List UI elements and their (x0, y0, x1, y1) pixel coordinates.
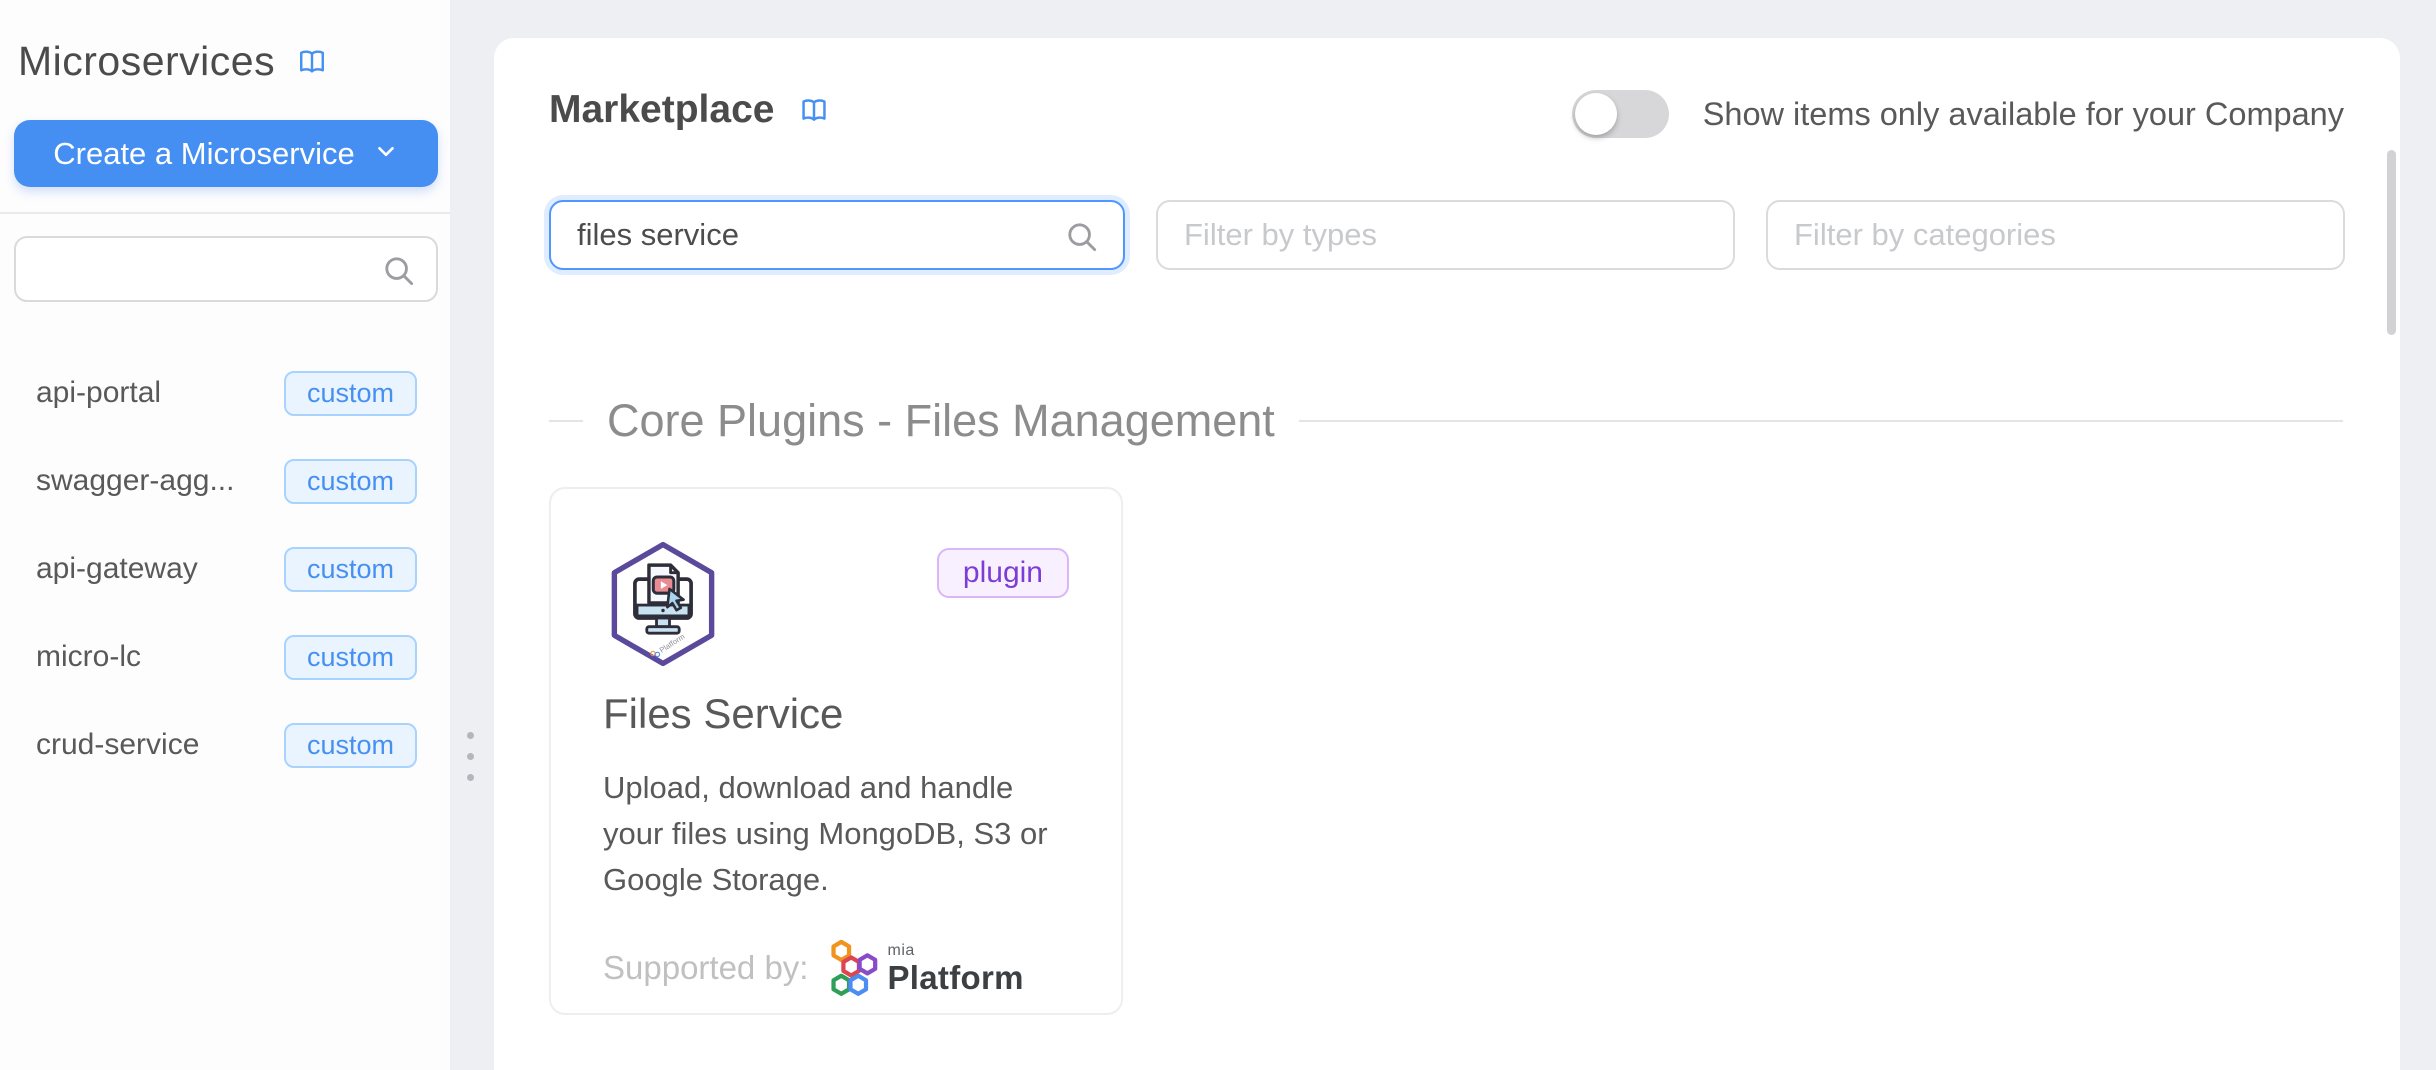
section-divider-left (549, 420, 583, 422)
page-title: Marketplace (549, 88, 774, 132)
marketplace-panel: Marketplace Show items only available fo… (494, 38, 2400, 1070)
sidebar-item-swagger-aggregator[interactable]: swagger-agg... custom (0, 437, 450, 525)
drag-handle-icon (467, 774, 474, 781)
search-icon (1063, 218, 1101, 261)
filter-by-categories-input[interactable] (1768, 202, 2343, 268)
drag-handle-icon (467, 732, 474, 739)
chevron-down-icon (373, 136, 399, 172)
mia-platform-wordmark: mia Platform (887, 943, 1023, 994)
vertical-scrollbar-thumb[interactable] (2387, 150, 2396, 335)
marketplace-filter-row (549, 200, 2345, 270)
search-icon (380, 252, 418, 295)
marketplace-header: Marketplace (549, 88, 832, 132)
plugin-type-badge: plugin (937, 548, 1069, 598)
custom-badge: custom (284, 459, 417, 504)
section-divider-right (1299, 420, 2343, 422)
custom-badge: custom (284, 635, 417, 680)
create-microservice-button[interactable]: Create a Microservice (14, 120, 438, 187)
docs-book-icon[interactable] (293, 45, 331, 79)
custom-badge: custom (284, 547, 417, 592)
toggle-knob (1575, 93, 1617, 135)
marketplace-search-input[interactable] (551, 202, 1123, 268)
microservice-name: api-portal (36, 376, 161, 410)
sidebar-item-micro-lc[interactable]: micro-lc custom (0, 613, 450, 701)
custom-badge: custom (284, 723, 417, 768)
files-service-hexagon-icon: Platform (603, 537, 723, 676)
create-microservice-label: Create a Microservice (53, 136, 354, 172)
company-filter-toggle-row: Show items only available for your Compa… (1572, 90, 2344, 138)
filter-by-types-box (1156, 200, 1735, 270)
microservice-name: crud-service (36, 728, 199, 762)
section-title: Core Plugins - Files Management (607, 395, 1275, 447)
sidebar-resize-handle[interactable] (464, 732, 476, 795)
section-header: Core Plugins - Files Management (549, 390, 2343, 452)
filter-by-types-input[interactable] (1158, 202, 1733, 268)
custom-badge: custom (284, 371, 417, 416)
microservice-name: api-gateway (36, 552, 198, 586)
microservice-name: swagger-agg... (36, 464, 234, 498)
sidebar-item-api-gateway[interactable]: api-gateway custom (0, 525, 450, 613)
sidebar-title: Microservices (18, 38, 331, 85)
card-top-row: Platform plugin (603, 537, 1069, 676)
microservices-list: api-portal custom swagger-agg... custom … (0, 349, 450, 789)
filter-by-categories-box (1766, 200, 2345, 270)
microservices-sidebar: Microservices Create a Microservice api-… (0, 0, 450, 1070)
supported-by-label: Supported by: (603, 949, 808, 987)
toggle-label: Show items only available for your Compa… (1703, 96, 2344, 133)
sidebar-item-crud-service[interactable]: crud-service custom (0, 701, 450, 789)
microservice-name: micro-lc (36, 640, 141, 674)
marketplace-search-box (549, 200, 1125, 270)
card-title: Files Service (603, 690, 1069, 738)
company-only-toggle[interactable] (1572, 90, 1669, 138)
card-description: Upload, download and handle your files u… (603, 765, 1055, 903)
docs-book-icon[interactable] (796, 94, 832, 127)
sidebar-item-api-portal[interactable]: api-portal custom (0, 349, 450, 437)
sidebar-title-text: Microservices (18, 38, 275, 85)
sidebar-search-input[interactable] (16, 238, 436, 300)
mia-platform-logo: mia Platform (830, 939, 1023, 997)
marketplace-card-files-service[interactable]: Platform plugin Files Service Upload, do… (549, 487, 1123, 1015)
sidebar-search-box (14, 236, 438, 302)
drag-handle-icon (467, 753, 474, 760)
sidebar-divider (0, 212, 450, 214)
supported-by-row: Supported by: mia Platform (603, 939, 1069, 997)
